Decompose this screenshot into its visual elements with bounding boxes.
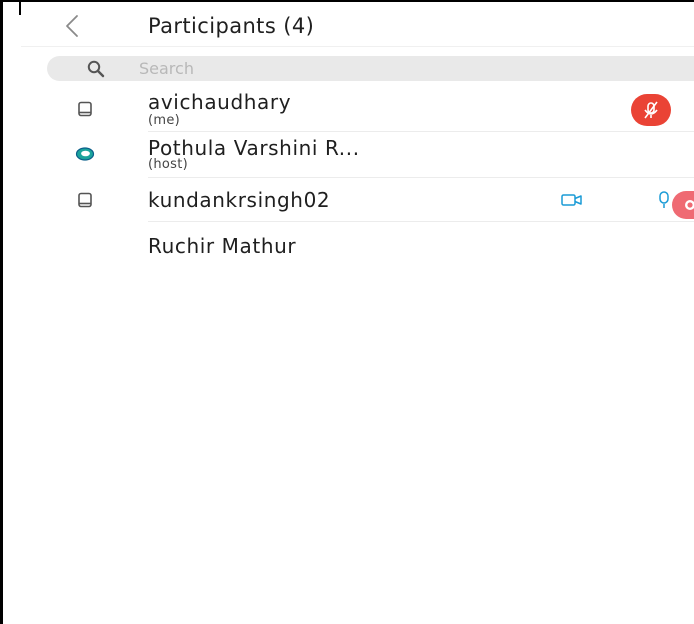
microphone-icon[interactable] (657, 190, 671, 210)
participant-name: avichaudhary (148, 90, 292, 114)
participant-row[interactable]: Pothula Varshini R... (host) (3, 132, 694, 178)
participant-row[interactable]: avichaudhary (me) (3, 86, 694, 132)
chevron-left-icon[interactable] (61, 12, 85, 40)
page-title: Participants (4) (148, 14, 315, 38)
header-divider (21, 46, 694, 47)
search-bar[interactable] (47, 56, 694, 81)
record-icon[interactable] (672, 191, 694, 219)
search-icon (85, 58, 107, 80)
tablet-icon (76, 100, 94, 118)
participant-row[interactable]: kundankrsingh02 (3, 178, 694, 222)
participant-role: (host) (148, 157, 189, 172)
participant-name: Ruchir Mathur (148, 234, 297, 258)
participants-screen: Participants (4) avichaudhary (me) (0, 0, 694, 624)
host-ring-icon (75, 144, 95, 164)
search-input[interactable] (139, 56, 639, 81)
participant-name: kundankrsingh02 (148, 188, 331, 212)
participant-row[interactable]: Ruchir Mathur (3, 222, 694, 268)
tablet-icon (76, 191, 94, 209)
participant-role: (me) (148, 113, 181, 128)
video-camera-icon[interactable] (561, 192, 583, 208)
header: Participants (4) (3, 2, 694, 48)
muted-mic-icon[interactable] (631, 94, 671, 126)
